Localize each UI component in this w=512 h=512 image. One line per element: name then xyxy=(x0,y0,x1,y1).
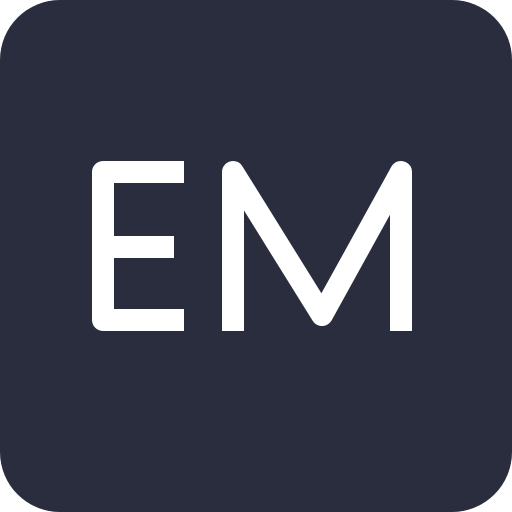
initials-logo xyxy=(92,161,412,331)
letter-e-mark xyxy=(92,161,184,331)
letter-m-mark xyxy=(222,161,412,331)
app-icon-tile: EM xyxy=(0,0,512,512)
